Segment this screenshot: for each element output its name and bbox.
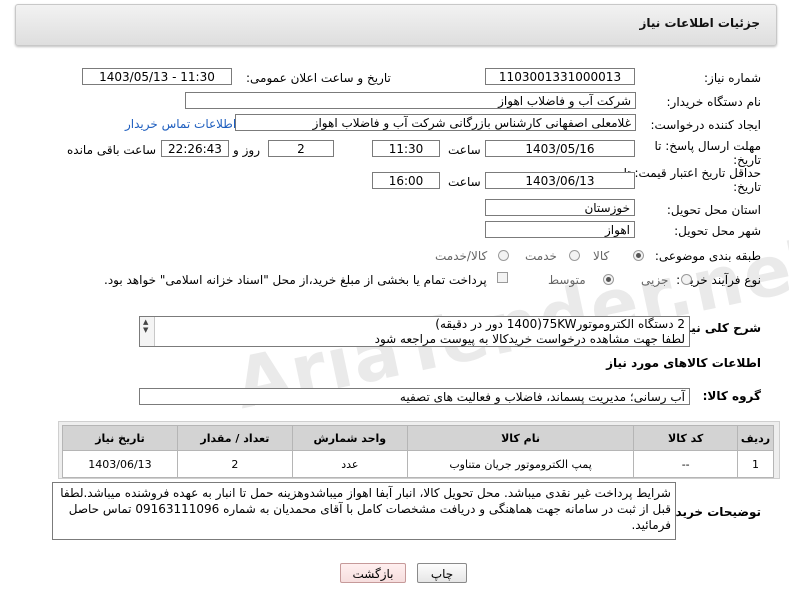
process-radio-minor[interactable]	[681, 274, 692, 285]
goods-group-field[interactable]: آب رسانی؛ مدیریت پسماند، فاضلاب و فعالیت…	[139, 388, 690, 405]
description-line-1: 2 دستگاه الکتروموتور75KW(1400 دور در دقی…	[435, 317, 685, 331]
need-number-label: شماره نیاز:	[704, 71, 761, 85]
table-header-row: ردیف کد کالا نام کالا واحد شمارش تعداد /…	[62, 425, 774, 451]
announce-label: تاریخ و ساعت اعلان عمومی:	[246, 71, 391, 85]
province-field[interactable]: خوزستان	[485, 199, 635, 216]
scroll-up-icon[interactable]: ▲	[143, 319, 148, 326]
buyer-org-field[interactable]: شرکت آب و فاضلاب اهواز	[185, 92, 636, 109]
col-qty: تعداد / مقدار	[176, 425, 293, 451]
requester-field[interactable]: غلامعلی اصفهانی کارشناس بازرگانی شرکت آب…	[235, 114, 636, 131]
page: جزئیات اطلاعات نیاز AriaTender.neT شماره…	[0, 0, 789, 598]
col-date: تاریخ نیاز	[62, 425, 178, 451]
buyer-notes-textarea[interactable]: شرایط پرداخت غیر نقدی میباشد. محل تحویل …	[52, 482, 676, 540]
page-title: جزئیات اطلاعات نیاز	[639, 16, 760, 30]
process-option-medium: متوسط	[548, 273, 586, 287]
table-row[interactable]: 1 -- پمپ الکتروموتور جریان متناوب عدد 2 …	[62, 450, 774, 478]
treasury-checkbox-text: پرداخت تمام یا بخشی از مبلغ خرید،از محل …	[104, 273, 487, 287]
deadline-date-field[interactable]: 1403/05/16	[485, 140, 635, 157]
remaining-label: ساعت باقی مانده	[67, 143, 157, 157]
items-table: ردیف کد کالا نام کالا واحد شمارش تعداد /…	[62, 425, 774, 478]
validity-label: حداقل تاریخ اعتبار قیمت: تا	[623, 166, 761, 180]
cell-row: 1	[737, 450, 774, 478]
remaining-time-field[interactable]: 22:26:43	[161, 140, 229, 157]
col-unit: واحد شمارش	[291, 425, 408, 451]
print-button[interactable]: چاپ	[417, 563, 467, 583]
deadline-label-date: تاریخ:	[733, 153, 761, 167]
need-number-field[interactable]: 1103001331000013	[485, 68, 635, 85]
col-code: کد کالا	[633, 425, 739, 451]
category-radio-goods-service[interactable]	[498, 250, 509, 261]
goods-info-title: اطلاعات کالاهای مورد نیاز	[606, 356, 761, 370]
validity-time-label: ساعت	[448, 175, 481, 189]
validity-label-date: تاریخ:	[733, 180, 761, 194]
buyer-notes-line-3: فرمائید.	[631, 518, 671, 532]
buyer-notes-line-1: شرایط پرداخت غیر نقدی میباشد. محل تحویل …	[60, 486, 671, 500]
cell-qty: 2	[176, 450, 293, 478]
col-row: ردیف	[737, 425, 774, 451]
category-label: طبقه بندی موضوعی:	[654, 249, 761, 263]
province-label: استان محل تحویل:	[666, 203, 761, 217]
category-radio-service[interactable]	[569, 250, 580, 261]
page-header: جزئیات اطلاعات نیاز	[15, 4, 777, 46]
treasury-checkbox[interactable]	[497, 272, 508, 283]
process-radio-medium[interactable]	[603, 274, 614, 285]
scroll-down-icon[interactable]: ▼	[143, 327, 148, 334]
buyer-org-label: نام دستگاه خریدار:	[666, 95, 762, 109]
buyer-notes-line-2: قبل از ثبت در سامانه جهت هماهنگی و دریاف…	[68, 502, 671, 516]
validity-time-field[interactable]: 16:00	[372, 172, 440, 189]
cell-date: 1403/06/13	[62, 450, 178, 478]
buyer-contact-link[interactable]: اطلاعات تماس خریدار	[125, 117, 236, 131]
category-option-goods-service: کالا/خدمت	[435, 249, 488, 263]
col-name: نام کالا	[406, 425, 635, 451]
city-field[interactable]: اهواز	[485, 221, 635, 238]
deadline-time-field[interactable]: 11:30	[372, 140, 440, 157]
requester-label: ایجاد کننده درخواست:	[650, 118, 761, 132]
announce-field[interactable]: 1403/05/13 - 11:30	[82, 68, 232, 85]
description-line-2: لطفا جهت مشاهده درخواست خریدکالا به پیوس…	[374, 332, 685, 346]
deadline-label: مهلت ارسال پاسخ: تا	[654, 139, 761, 153]
back-button[interactable]: بازگشت	[340, 563, 406, 583]
city-label: شهر محل تحویل:	[674, 224, 761, 238]
category-option-goods: کالا	[593, 249, 610, 263]
days-field[interactable]: 2	[268, 140, 334, 157]
days-label: روز و	[233, 143, 260, 157]
cell-code: --	[633, 450, 739, 478]
category-option-service: خدمت	[525, 249, 557, 263]
category-radio-goods[interactable]	[633, 250, 644, 261]
cell-unit: عدد	[291, 450, 408, 478]
description-textarea[interactable]: ▲ ▼ 2 دستگاه الکتروموتور75KW(1400 دور در…	[139, 316, 690, 347]
process-option-minor: جزیی	[641, 273, 669, 287]
validity-date-field[interactable]: 1403/06/13	[485, 172, 635, 189]
goods-group-label: گروه کالا:	[702, 389, 761, 403]
cell-name: پمپ الکتروموتور جریان متناوب	[406, 450, 635, 478]
deadline-time-label: ساعت	[448, 143, 481, 157]
description-scrollbar[interactable]: ▲ ▼	[140, 317, 155, 346]
